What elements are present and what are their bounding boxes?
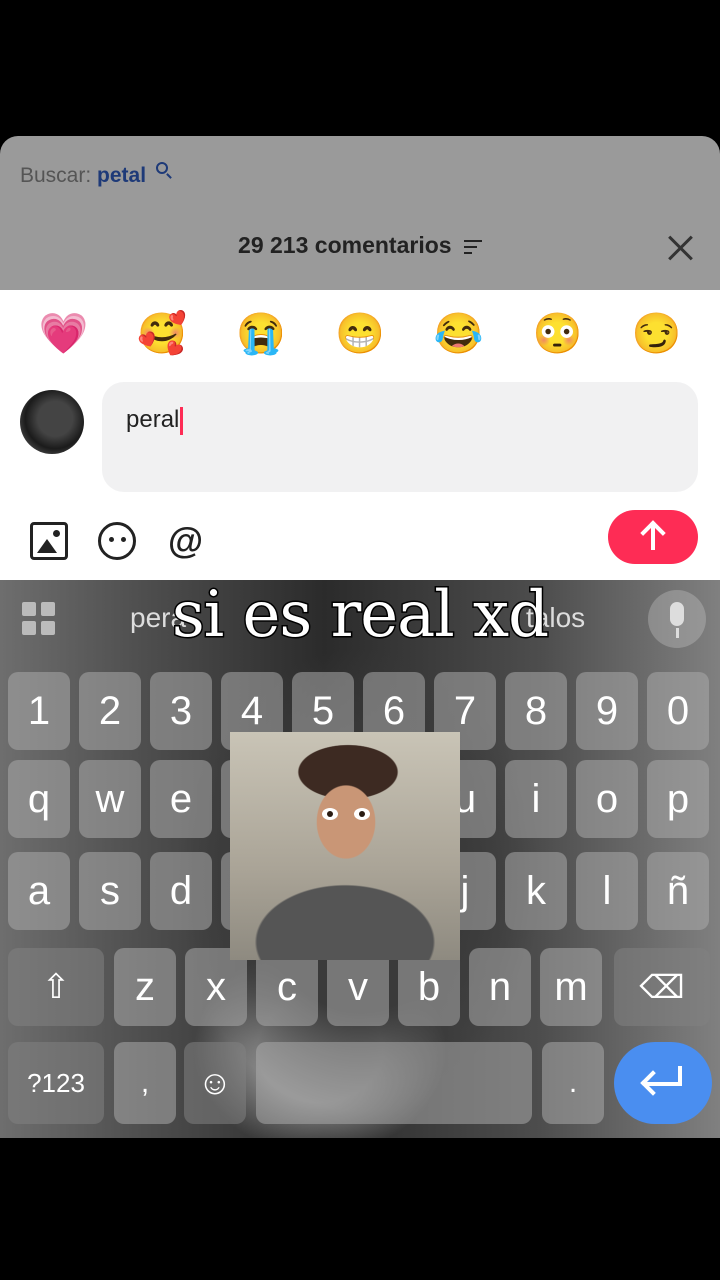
key-w[interactable]: w [79,760,141,838]
key-n[interactable]: n [469,948,531,1026]
video-caption: si es real xd [170,577,550,654]
space-key[interactable] [256,1042,532,1124]
key-d[interactable]: d [150,852,212,930]
key-2[interactable]: 2 [79,672,141,750]
avatar [20,390,84,454]
search-suggestion[interactable]: Buscar: petal [20,162,168,188]
enter-key-icon[interactable] [614,1042,712,1124]
key-z[interactable]: z [114,948,176,1026]
key-a[interactable]: a [8,852,70,930]
image-icon[interactable] [30,522,68,560]
eye-right [354,808,370,820]
key-8[interactable]: 8 [505,672,567,750]
key-1[interactable]: 1 [8,672,70,750]
key-k[interactable]: k [505,852,567,930]
key-n-tilde[interactable]: ñ [647,852,709,930]
emoji-grinning[interactable]: 😁 [335,314,385,354]
emoji-quick-row: 💗 🥰 😭 😁 😂 😳 😏 [0,304,720,364]
key-3[interactable]: 3 [150,672,212,750]
mention-icon[interactable]: @ [168,522,206,560]
search-prefix: Buscar: [20,164,92,187]
key-e[interactable]: e [150,760,212,838]
sticker-icon[interactable] [98,522,136,560]
search-term[interactable]: petal [97,164,146,187]
reaction-video-image [230,732,460,960]
emoji-key-icon[interactable]: ☺ [184,1042,246,1124]
period-key[interactable]: . [542,1042,604,1124]
eye-left [322,808,338,820]
emoji-flushed[interactable]: 😳 [533,314,583,354]
comments-count-title: 29 213 comentarios [0,232,720,259]
key-m[interactable]: m [540,948,602,1026]
emoji-pink-heart[interactable]: 💗 [39,314,89,354]
comments-count: 29 213 comentarios [238,232,452,258]
key-0[interactable]: 0 [647,672,709,750]
backspace-key-icon[interactable]: ⌫ [614,948,710,1026]
emoji-crying[interactable]: 😭 [236,314,286,354]
key-q[interactable]: q [8,760,70,838]
shift-key-icon[interactable]: ⇧ [8,948,104,1026]
key-s[interactable]: s [79,852,141,930]
send-button[interactable] [608,510,698,564]
emoji-smiling-hearts[interactable]: 🥰 [137,314,187,354]
emoji-laughing-tears[interactable]: 😂 [434,314,484,354]
comma-key[interactable]: , [114,1042,176,1124]
symbols-key[interactable]: ?123 [8,1042,104,1124]
text-caret [180,406,184,435]
close-icon[interactable] [666,234,694,262]
key-i[interactable]: i [505,760,567,838]
comment-input-text: peral [126,406,184,435]
emoji-smirk[interactable]: 😏 [632,314,682,354]
key-o[interactable]: o [576,760,638,838]
key-l[interactable]: l [576,852,638,930]
comment-input[interactable]: peral [102,382,698,492]
key-p[interactable]: p [647,760,709,838]
comments-header: Buscar: petal 29 213 comentarios [0,136,720,290]
search-icon[interactable] [155,162,168,174]
filter-icon[interactable] [463,239,482,254]
key-9[interactable]: 9 [576,672,638,750]
comment-composer: 💗 🥰 😭 😁 😂 😳 😏 peral @ [0,290,720,580]
